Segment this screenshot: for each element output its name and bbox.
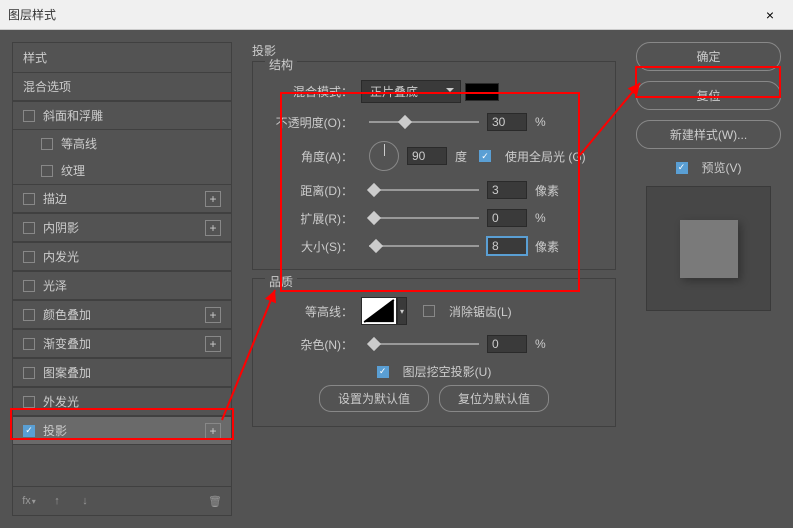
section-title: 投影 <box>252 42 616 59</box>
distance-label: 距离(D)： <box>265 182 353 199</box>
style-item-color-overlay[interactable]: 颜色叠加+ <box>13 300 231 329</box>
size-input[interactable] <box>487 237 527 255</box>
angle-dial[interactable] <box>369 141 399 171</box>
style-item-blending[interactable]: 混合选项 <box>13 72 231 101</box>
style-item-contour[interactable]: 等高线 <box>13 130 231 157</box>
style-item-inner-glow[interactable]: 内发光 <box>13 242 231 271</box>
checkbox-icon[interactable] <box>41 165 53 177</box>
style-item-inner-shadow[interactable]: 内阴影+ <box>13 213 231 242</box>
styles-footer: fx▾ ↑ ↓ 🗑 <box>13 486 231 515</box>
spread-label: 扩展(R)： <box>265 210 353 227</box>
checkbox-icon[interactable] <box>41 138 53 150</box>
color-swatch[interactable] <box>465 83 499 101</box>
noise-label: 杂色(N)： <box>265 336 353 353</box>
size-slider[interactable] <box>369 245 479 247</box>
global-light-label: 使用全局光 (G) <box>505 148 586 165</box>
distance-unit: 像素 <box>535 182 559 199</box>
antialias-label: 消除锯齿(L) <box>449 303 512 320</box>
size-unit: 像素 <box>535 238 559 255</box>
antialias-checkbox[interactable] <box>423 305 435 317</box>
style-item-drop-shadow[interactable]: 投影+ <box>13 416 231 445</box>
chevron-down-icon[interactable]: ▾ <box>397 297 407 325</box>
trash-icon[interactable]: 🗑 <box>203 491 227 511</box>
knockout-label: 图层挖空投影(U) <box>403 363 492 380</box>
style-item-stroke[interactable]: 描边+ <box>13 184 231 213</box>
checkbox-icon[interactable] <box>23 367 35 379</box>
ok-button[interactable]: 确定 <box>636 42 781 71</box>
opacity-label: 不透明度(O)： <box>265 114 353 131</box>
fx-menu-button[interactable]: fx▾ <box>17 491 41 511</box>
angle-unit: 度 <box>455 148 467 165</box>
spread-input[interactable] <box>487 209 527 227</box>
plus-icon[interactable]: + <box>205 307 221 323</box>
spread-unit: % <box>535 211 546 225</box>
preview-swatch <box>680 220 738 278</box>
plus-icon[interactable]: + <box>205 336 221 352</box>
dialog-title: 图层样式 <box>8 6 755 23</box>
global-light-checkbox[interactable] <box>479 150 491 162</box>
dialog-body: 样式 混合选项 斜面和浮雕 等高线 纹理 描边+ 内阴影+ 内发光 光泽 颜色叠… <box>0 30 793 528</box>
angle-label: 角度(A)： <box>265 148 353 165</box>
styles-list: 混合选项 斜面和浮雕 等高线 纹理 描边+ 内阴影+ 内发光 光泽 颜色叠加+ … <box>13 72 231 486</box>
spread-slider[interactable] <box>369 217 479 219</box>
reset-button[interactable]: 复位 <box>636 81 781 110</box>
reset-default-button[interactable]: 复位为默认值 <box>439 385 549 412</box>
style-item-bevel[interactable]: 斜面和浮雕 <box>13 101 231 130</box>
style-item-outer-glow[interactable]: 外发光 <box>13 387 231 416</box>
styles-panel: 样式 混合选项 斜面和浮雕 等高线 纹理 描边+ 内阴影+ 内发光 光泽 颜色叠… <box>12 42 232 516</box>
plus-icon[interactable]: + <box>205 191 221 207</box>
styles-header: 样式 <box>13 43 231 72</box>
arrow-up-icon[interactable]: ↑ <box>45 491 69 511</box>
checkbox-icon[interactable] <box>23 251 35 263</box>
contour-label: 等高线： <box>265 303 353 320</box>
checkbox-icon[interactable] <box>23 222 35 234</box>
noise-input[interactable] <box>487 335 527 353</box>
structure-legend: 结构 <box>265 56 297 73</box>
checkbox-icon[interactable] <box>23 309 35 321</box>
new-style-button[interactable]: 新建样式(W)... <box>636 120 781 149</box>
quality-legend: 品质 <box>265 273 297 290</box>
opacity-input[interactable] <box>487 113 527 131</box>
blend-mode-label: 混合模式： <box>265 83 353 100</box>
titlebar: 图层样式 × <box>0 0 793 30</box>
preview-box <box>646 186 771 311</box>
checkbox-icon[interactable] <box>23 425 35 437</box>
opacity-slider[interactable] <box>369 121 479 123</box>
preview-label: 预览(V) <box>702 159 742 176</box>
set-default-button[interactable]: 设置为默认值 <box>319 385 429 412</box>
settings-panel: 投影 结构 混合模式： 正片叠底 不透明度(O)： % 角度(A)： <box>244 42 624 516</box>
angle-input[interactable] <box>407 147 447 165</box>
knockout-checkbox[interactable] <box>377 366 389 378</box>
noise-unit: % <box>535 337 546 351</box>
style-item-pattern-overlay[interactable]: 图案叠加 <box>13 358 231 387</box>
action-panel: 确定 复位 新建样式(W)... 预览(V) <box>636 42 781 516</box>
size-label: 大小(S)： <box>265 238 353 255</box>
close-icon[interactable]: × <box>755 7 785 23</box>
blend-mode-dropdown[interactable]: 正片叠底 <box>361 80 461 103</box>
checkbox-icon[interactable] <box>23 280 35 292</box>
plus-icon[interactable]: + <box>205 220 221 236</box>
quality-fieldset: 品质 等高线： ▾ 消除锯齿(L) 杂色(N)： % 图层挖空投影(U) <box>252 278 616 427</box>
distance-input[interactable] <box>487 181 527 199</box>
noise-slider[interactable] <box>369 343 479 345</box>
style-item-gradient-overlay[interactable]: 渐变叠加+ <box>13 329 231 358</box>
style-item-satin[interactable]: 光泽 <box>13 271 231 300</box>
checkbox-icon[interactable] <box>23 338 35 350</box>
opacity-unit: % <box>535 115 546 129</box>
structure-fieldset: 结构 混合模式： 正片叠底 不透明度(O)： % 角度(A)： 度 <box>252 61 616 270</box>
checkbox-icon[interactable] <box>23 193 35 205</box>
plus-icon[interactable]: + <box>205 423 221 439</box>
checkbox-icon[interactable] <box>23 110 35 122</box>
preview-checkbox[interactable] <box>676 162 688 174</box>
checkbox-icon[interactable] <box>23 396 35 408</box>
arrow-down-icon[interactable]: ↓ <box>73 491 97 511</box>
distance-slider[interactable] <box>369 189 479 191</box>
style-item-texture[interactable]: 纹理 <box>13 157 231 184</box>
contour-picker[interactable] <box>361 297 397 325</box>
preview-toggle[interactable]: 预览(V) <box>636 159 781 176</box>
